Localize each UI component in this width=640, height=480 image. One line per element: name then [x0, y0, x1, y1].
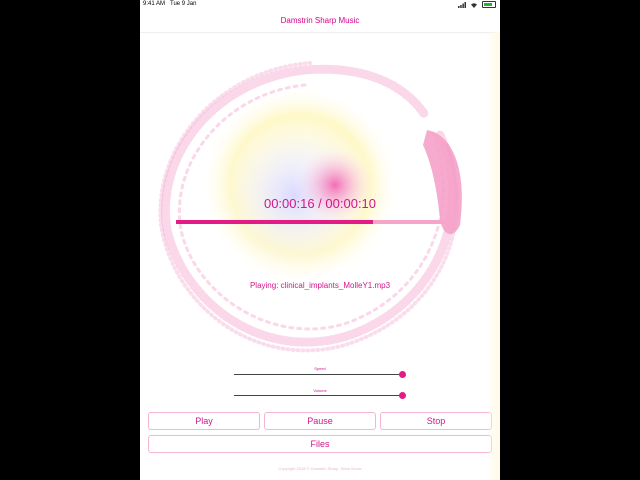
status-bar: 9:41 AM Tue 9 Jan	[140, 0, 500, 10]
progress-fill	[176, 220, 374, 224]
volume-slider[interactable]	[234, 392, 406, 399]
app-title: Damstrin Sharp Music	[280, 16, 360, 25]
pause-button[interactable]: Pause	[264, 412, 376, 430]
now-playing-label: Playing: clinical_implants_MolleY1.mp3	[249, 281, 391, 290]
progress-bar[interactable]	[176, 220, 446, 224]
volume-slider-thumb[interactable]	[399, 392, 406, 399]
files-button[interactable]: Files	[148, 435, 492, 453]
battery-icon	[482, 1, 496, 8]
speed-label: Speed	[314, 366, 326, 371]
navigation-bar: Damstrin Sharp Music	[140, 10, 500, 33]
stop-button[interactable]: Stop	[380, 412, 492, 430]
signal-icon	[458, 1, 466, 8]
status-time: 9:41 AM	[143, 1, 166, 7]
edge-tint	[486, 32, 500, 480]
copyright-text: Copyright 2018 © Damstrin Sharp, Wear Mu…	[278, 466, 362, 471]
wifi-icon	[471, 2, 477, 8]
time-display: 00:00:16 / 00:00:10	[263, 196, 377, 211]
speed-slider[interactable]	[234, 371, 406, 378]
status-icons	[458, 1, 496, 8]
app-screen: 9:41 AM Tue 9 Jan Damstrin Sharp Music 0…	[140, 0, 500, 480]
volume-label: Volume	[313, 388, 327, 393]
play-button[interactable]: Play	[148, 412, 260, 430]
status-date: Tue 9 Jan	[170, 1, 197, 7]
speed-slider-thumb[interactable]	[399, 371, 406, 378]
